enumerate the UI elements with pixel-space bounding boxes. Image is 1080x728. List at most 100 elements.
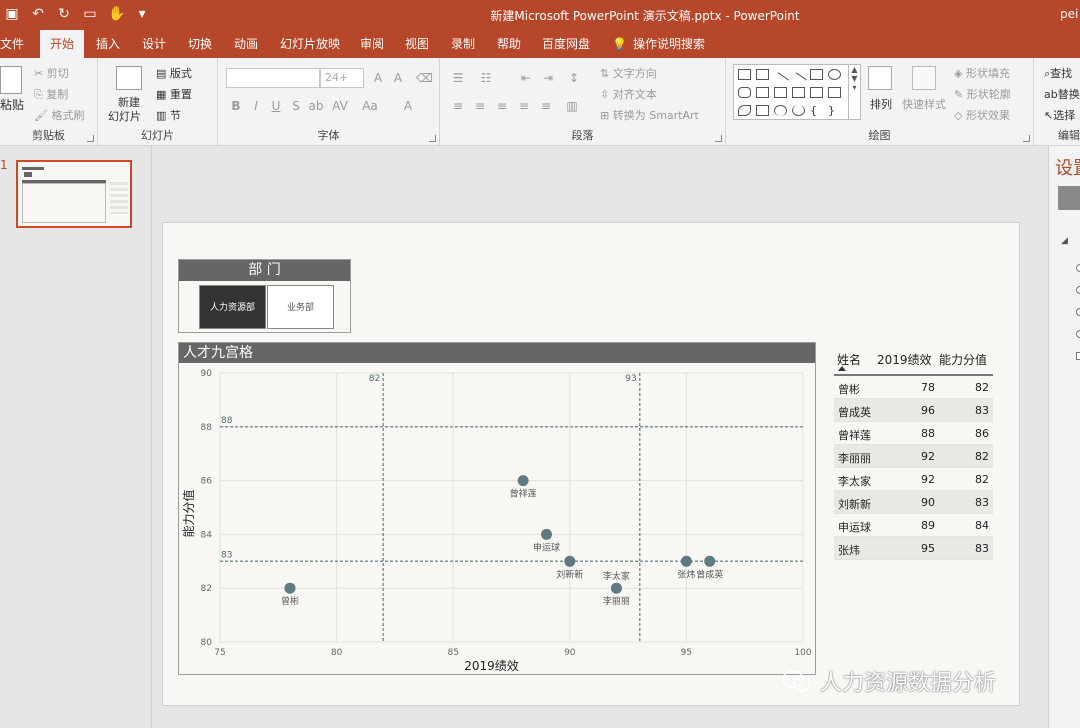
curve-shape-icon[interactable] xyxy=(792,105,805,116)
y-tick-label: 88 xyxy=(201,423,213,433)
columns-icon[interactable]: ▥ xyxy=(564,98,580,114)
fill-option-radio[interactable] xyxy=(1076,264,1080,272)
smartart-button[interactable]: ⊞ 转换为 SmartArt xyxy=(600,107,699,123)
strikethrough-icon[interactable]: ab xyxy=(308,98,324,114)
tab-view[interactable]: 视图 xyxy=(405,30,429,58)
increase-indent-icon[interactable]: ⇥ xyxy=(540,70,556,86)
numbering-icon[interactable]: ☷ xyxy=(478,70,494,86)
section-button[interactable]: ▥ 节 xyxy=(156,107,181,123)
fill-option-checkbox[interactable] xyxy=(1076,352,1080,360)
col-header-ability[interactable]: 能力分值 xyxy=(939,351,987,368)
textbox-shape-icon[interactable] xyxy=(738,69,751,80)
slicer-option-hr[interactable]: 人力资源部 xyxy=(199,285,266,329)
tab-help[interactable]: 帮助 xyxy=(497,30,521,58)
distribute-icon[interactable]: ≡ xyxy=(538,98,554,114)
align-text-button[interactable]: ⇳ 对齐文本 xyxy=(600,86,657,102)
font-size-combo[interactable]: 24+ xyxy=(320,68,364,88)
cut-button[interactable]: ✂ 剪切 xyxy=(34,65,69,81)
align-center-icon[interactable]: ≡ xyxy=(472,98,488,114)
slide-thumbnail[interactable] xyxy=(16,160,132,228)
font-name-combo[interactable] xyxy=(226,68,320,88)
sort-ascending-icon[interactable] xyxy=(838,366,846,371)
line-spacing-icon[interactable]: ↕ xyxy=(566,70,582,86)
fill-option-radio[interactable] xyxy=(1076,330,1080,338)
shape-effects-button[interactable]: ◇ 形状效果 xyxy=(954,107,1010,123)
bold-icon[interactable]: B xyxy=(228,98,244,114)
find-button[interactable]: ⌕查找 xyxy=(1044,65,1072,81)
tab-animations[interactable]: 动画 xyxy=(234,30,258,58)
slicer-option-business[interactable]: 业务部 xyxy=(267,285,334,329)
vertical-textbox-shape-icon[interactable] xyxy=(756,69,769,80)
shapes-scroll-icon[interactable]: ▲ ▼ ▾ xyxy=(848,65,860,119)
slide-number: 1 xyxy=(0,158,8,172)
arrange-button[interactable]: 排列 xyxy=(870,96,892,112)
decrease-indent-icon[interactable]: ⇤ xyxy=(518,70,534,86)
font-color-icon[interactable]: A xyxy=(400,98,416,114)
copy-button[interactable]: ⎘ 复制 xyxy=(34,86,68,102)
down-arrow-shape-icon[interactable] xyxy=(828,87,841,98)
text-direction-button[interactable]: ⇅ 文字方向 xyxy=(600,65,657,81)
decrease-font-icon[interactable]: A xyxy=(390,70,406,86)
fill-icon[interactable] xyxy=(1058,186,1080,210)
tab-record[interactable]: 录制 xyxy=(451,30,475,58)
shape-fill-button[interactable]: ◈ 形状填充 xyxy=(954,65,1010,81)
fill-option-radio[interactable] xyxy=(1076,308,1080,316)
tab-baidu-netdisk[interactable]: 百度网盘 xyxy=(542,30,590,58)
freeform-shape-icon[interactable] xyxy=(738,105,751,116)
quick-styles-button[interactable]: 快速样式 xyxy=(902,96,946,112)
elbow-arrow-shape-icon[interactable] xyxy=(792,87,805,98)
tab-slideshow[interactable]: 幻灯片放映 xyxy=(280,30,340,58)
bullets-icon[interactable]: ☰ xyxy=(450,70,466,86)
arrange-icon[interactable] xyxy=(868,66,892,90)
underline-icon[interactable]: U xyxy=(268,98,284,114)
layout-button[interactable]: ▤ 版式 xyxy=(156,65,192,81)
align-right-icon[interactable]: ≡ xyxy=(494,98,510,114)
collapse-arrow-icon[interactable]: ◢ xyxy=(1061,236,1068,246)
reset-button[interactable]: ▦ 重置 xyxy=(156,86,192,102)
drawing-launcher-icon[interactable] xyxy=(1023,135,1030,142)
new-slide-label[interactable]: 幻灯片 xyxy=(108,108,141,124)
paste-icon[interactable] xyxy=(0,66,22,94)
new-slide-icon[interactable] xyxy=(116,66,142,90)
spacing-icon[interactable]: AV xyxy=(332,98,348,114)
col-header-performance[interactable]: 2019绩效 xyxy=(877,351,932,368)
align-left-icon[interactable]: ≡ xyxy=(450,98,466,114)
clear-format-icon[interactable]: ⌫ xyxy=(416,70,433,86)
tab-design[interactable]: 设计 xyxy=(142,30,166,58)
shapes-gallery[interactable]: { } ▲ ▼ ▾ xyxy=(733,64,861,120)
format-painter-button[interactable]: 🖌 格式刷 xyxy=(34,107,84,123)
justify-icon[interactable]: ≡ xyxy=(516,98,532,114)
quick-styles-icon[interactable] xyxy=(912,66,936,90)
clipboard-launcher-icon[interactable] xyxy=(87,135,94,142)
paste-button[interactable]: 粘贴 xyxy=(0,96,24,113)
arc-shape-icon[interactable] xyxy=(774,105,787,116)
tab-home[interactable]: 开始 xyxy=(40,30,85,58)
brace-left-shape-icon[interactable]: { xyxy=(810,105,823,116)
brace-right-shape-icon[interactable]: } xyxy=(828,105,841,116)
increase-font-icon[interactable]: A xyxy=(370,70,386,86)
triangle-shape-icon[interactable] xyxy=(756,87,769,98)
right-arrow-shape-icon[interactable] xyxy=(810,87,823,98)
shape-outline-button[interactable]: ✎ 形状轮廓 xyxy=(954,86,1011,102)
user-name[interactable]: pei xyxy=(1060,7,1080,21)
replace-button[interactable]: ab替换 xyxy=(1044,86,1080,102)
slide-canvas[interactable]: 部 门 人力资源部 业务部 人才九宫格 75 80 85 90 95 100 80 82 84 8… xyxy=(162,222,1020,706)
italic-icon[interactable]: I xyxy=(248,98,264,114)
oval-shape-icon[interactable] xyxy=(828,69,841,80)
tell-me-search[interactable]: 💡 操作说明搜索 xyxy=(612,30,705,58)
rectangle-shape-icon[interactable] xyxy=(810,69,823,80)
font-launcher-icon[interactable] xyxy=(429,135,436,142)
paragraph-launcher-icon[interactable] xyxy=(715,135,722,142)
rounded-rect-shape-icon[interactable] xyxy=(738,87,751,98)
tab-file[interactable]: 文件 xyxy=(0,30,24,58)
select-button[interactable]: ↖选择 xyxy=(1044,107,1075,123)
elbow-shape-icon[interactable] xyxy=(774,87,787,98)
shadow-icon[interactable]: S xyxy=(288,98,304,114)
tab-insert[interactable]: 插入 xyxy=(96,30,120,58)
fill-option-radio[interactable] xyxy=(1076,286,1080,294)
tab-review[interactable]: 审阅 xyxy=(360,30,384,58)
ribbon: 粘贴 ✂ 剪切 ⎘ 复制 🖌 格式刷 剪贴板 新建 幻灯片 ▤ 版式 ▦ 重置 … xyxy=(0,58,1080,146)
tab-transitions[interactable]: 切换 xyxy=(188,30,212,58)
change-case-icon[interactable]: Aa xyxy=(362,98,378,114)
star-shape-icon[interactable] xyxy=(756,105,769,116)
